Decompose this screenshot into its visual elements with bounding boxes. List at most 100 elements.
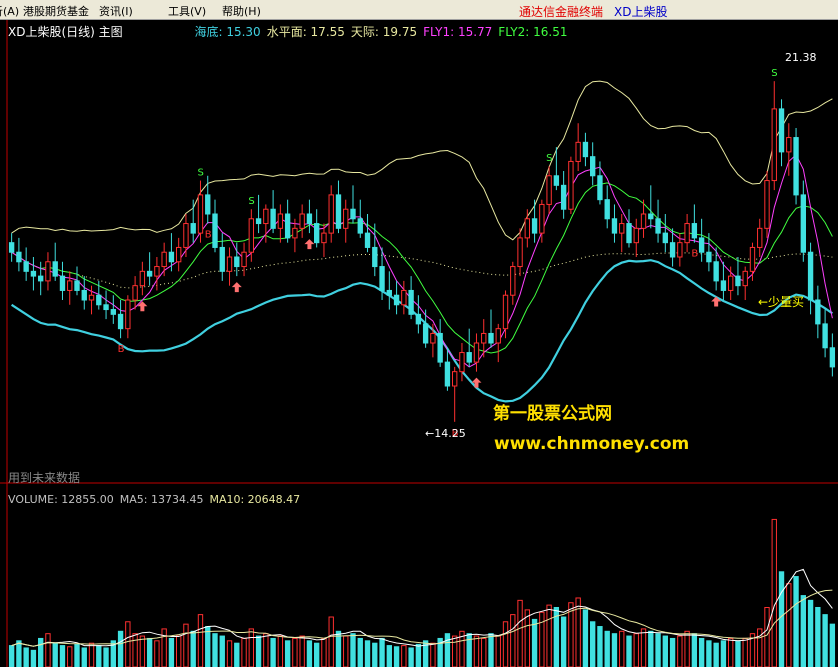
candle-body	[190, 223, 196, 234]
candle-body	[321, 232, 327, 244]
volume-bar	[531, 618, 538, 667]
volume-bar	[314, 642, 320, 667]
candle-body	[430, 332, 436, 344]
menu-bar: 析(A)港股期货基金资讯(I) 工具(V) 帮助(H)	[0, 0, 838, 20]
menu-analysis[interactable]: 析(A)	[0, 3, 19, 19]
candle-body	[248, 218, 254, 253]
watermark-title: 第一股票公式网	[493, 404, 612, 424]
candle-body	[176, 246, 182, 263]
volume-bar	[372, 642, 378, 667]
volume-bar	[59, 645, 66, 667]
app-title: 通达信金融终端	[519, 5, 604, 19]
volume-bar	[23, 647, 29, 667]
volume-bar	[284, 640, 291, 667]
candle-body	[314, 223, 320, 244]
sell-signal: S	[546, 153, 552, 164]
volume-bar	[393, 646, 400, 667]
candle-body	[154, 266, 160, 277]
volume-bar	[255, 635, 262, 667]
volume-bar	[205, 626, 211, 667]
candle-body	[713, 261, 719, 282]
candle-body	[393, 294, 400, 306]
menu-tools[interactable]: 工具(V)	[168, 3, 206, 19]
candle-body	[372, 246, 378, 268]
candle-body	[284, 213, 291, 239]
volume-bar	[328, 616, 334, 667]
candle-body	[553, 175, 560, 186]
volume-bar	[67, 646, 73, 667]
volume-bar	[38, 637, 44, 667]
high-price-tag: 21.38	[785, 51, 817, 64]
volume-bar	[807, 599, 814, 667]
menu-info[interactable]: 资讯(I)	[99, 3, 133, 19]
candle-body	[226, 256, 233, 272]
candle-body	[364, 232, 371, 248]
volume-bar	[88, 642, 95, 667]
candle-body	[488, 332, 494, 344]
app-stock-name: XD上柴股	[614, 5, 668, 19]
volume-bar	[481, 637, 487, 667]
low-price-tag: ←14.25	[425, 427, 466, 440]
volume-bar	[219, 635, 225, 667]
candle-body	[379, 266, 385, 291]
volume-bar	[633, 633, 639, 667]
candle-body	[757, 227, 763, 248]
candle-body	[168, 251, 175, 263]
menu-help[interactable]: 帮助(H)	[222, 3, 261, 19]
candle-body	[74, 280, 80, 291]
indicator-line: XD上柴股(日线) 主图 海底: 15.30 水平面: 17.55 天际: 19.7…	[8, 23, 567, 40]
volume-bar	[226, 640, 233, 667]
indicator-2: 天际: 19.75	[350, 25, 418, 39]
candle-body	[110, 309, 116, 315]
candle-body	[328, 194, 334, 234]
volume-bar	[502, 621, 509, 667]
volume-bar	[45, 633, 51, 667]
volume-bar	[648, 630, 654, 667]
candle-body	[408, 289, 414, 315]
volume-bar	[117, 630, 124, 667]
volume-bar	[183, 623, 189, 667]
volume-bar	[510, 614, 516, 667]
candle-body	[749, 246, 756, 272]
candle-body	[23, 261, 29, 272]
candle-body	[241, 251, 247, 268]
candle-body	[437, 332, 443, 363]
volume-bar	[8, 645, 15, 667]
candle-body	[212, 213, 218, 248]
candle-body	[103, 304, 109, 311]
volume-bar	[299, 635, 305, 667]
candle-body	[219, 246, 225, 272]
candle-body	[96, 294, 102, 306]
candle-body	[604, 199, 610, 220]
volume-bar	[720, 640, 727, 667]
candle-body	[38, 275, 44, 282]
candle-body	[197, 194, 204, 234]
candle-body	[735, 275, 741, 287]
candle-body	[590, 156, 596, 177]
candle-body	[546, 175, 552, 205]
candle-body	[510, 266, 516, 296]
menu-hk-futures-funds[interactable]: 港股期货基金	[23, 3, 89, 19]
candle-body	[255, 218, 262, 225]
volume-bar	[146, 637, 153, 667]
candle-body	[793, 137, 799, 196]
buy-signal: B	[691, 249, 698, 260]
volume-bar	[735, 640, 741, 667]
volume-bar	[364, 640, 371, 667]
sell-signal: S	[771, 68, 777, 79]
chart-background	[0, 20, 838, 667]
volume-bar	[619, 630, 625, 667]
candle-body	[560, 184, 567, 210]
candle-body	[386, 289, 392, 296]
kline-chart[interactable]: SSSSBBBB	[0, 20, 838, 667]
volume-bar	[597, 626, 603, 667]
candle-body	[183, 223, 189, 248]
indicator-4: FLY2: 16.51	[498, 25, 568, 39]
volume-bar	[190, 630, 196, 667]
volume-bar	[103, 647, 109, 667]
candle-body	[459, 352, 465, 373]
candle-body	[575, 141, 581, 162]
volume-bar	[132, 633, 138, 667]
volume-bar	[669, 637, 676, 667]
candle-body	[466, 352, 472, 363]
